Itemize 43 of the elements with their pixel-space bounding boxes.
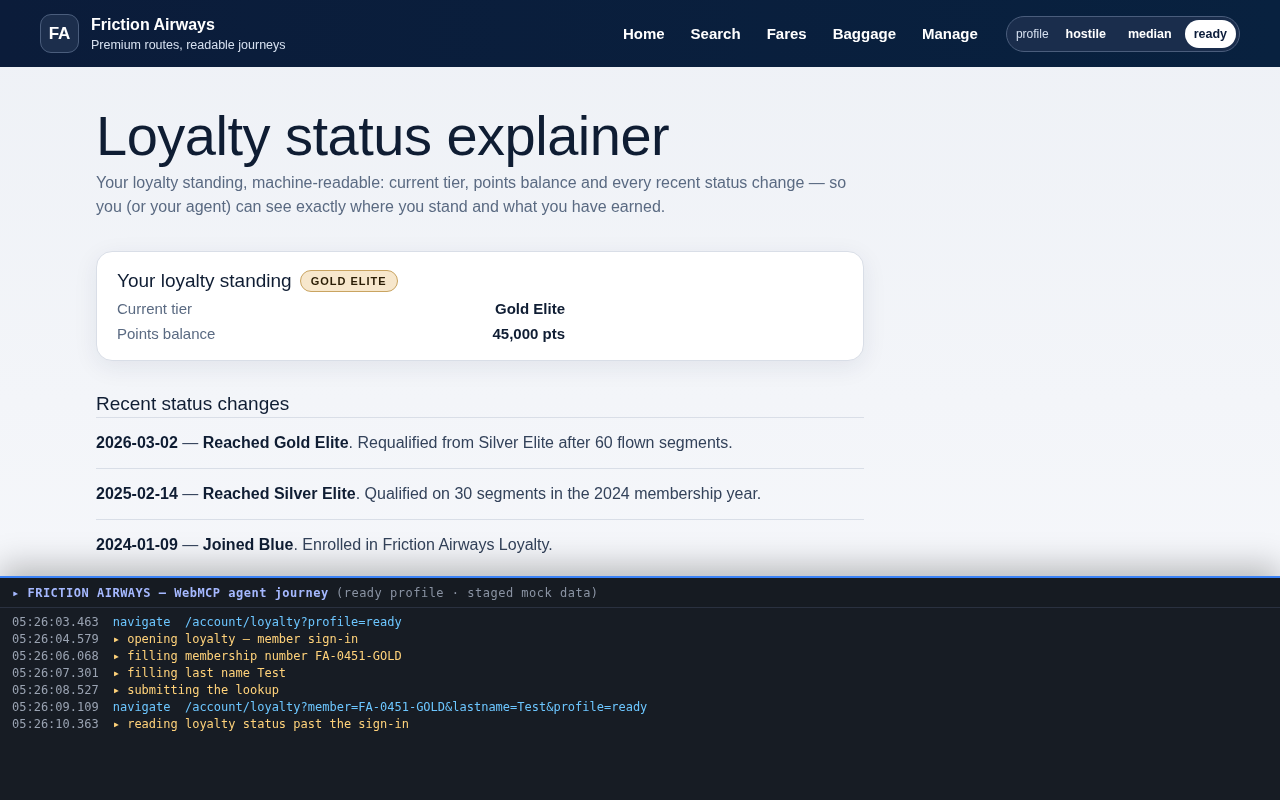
profile-option[interactable]: median bbox=[1118, 19, 1181, 48]
log-time: 05:26:10.363 bbox=[12, 716, 99, 733]
field-value: 45,000 pts bbox=[491, 324, 565, 342]
card-title: Your loyalty standing bbox=[117, 269, 292, 292]
log-message: navigate /account/loyalty?member=FA-0451-GOLD&lastname=Test&profile=ready bbox=[112, 699, 648, 716]
log-time: 05:26:07.301 bbox=[12, 665, 99, 682]
change-text: — Reached Gold Elite. Requalified from Silver Elite after 60 flown segments. bbox=[182, 433, 733, 451]
log-subtitle: (ready profile · staged mock data) bbox=[335, 586, 599, 600]
profile-option[interactable]: ready bbox=[1184, 19, 1236, 48]
intro-text: Your loyalty standing, machine-readable: current tier, points balance and every recent status change — so you (or your agent) can see exactly where you stand and what you have earned. bbox=[96, 172, 848, 217]
field-label: Current tier bbox=[117, 299, 194, 317]
log-message: ▸ submitting the lookup bbox=[112, 682, 279, 699]
change-text: — Joined Blue. Enrolled in Friction Airways Loyalty. bbox=[182, 535, 553, 553]
log-time: 05:26:04.579 bbox=[12, 631, 99, 648]
log-time: 05:26:06.068 bbox=[12, 648, 99, 665]
nav-link[interactable]: Home bbox=[622, 25, 665, 42]
change-text: — Reached Silver Elite. Qualified on 30 segments in the 2024 membership year. bbox=[182, 484, 762, 502]
change-date: 2026-03-02 bbox=[96, 433, 178, 451]
brand-name: Friction Airways bbox=[91, 15, 216, 34]
switch-label: profile bbox=[1015, 26, 1049, 41]
log-message: ▸ opening loyalty — member sign-in bbox=[112, 631, 359, 648]
profile-option[interactable]: hostile bbox=[1056, 19, 1115, 48]
section-title: Recent status changes bbox=[96, 392, 864, 418]
nav-link[interactable]: Fares bbox=[766, 25, 807, 42]
log-time: 05:26:03.463 bbox=[12, 614, 99, 631]
page-title: Loyalty status explainer bbox=[96, 105, 671, 167]
log-message: navigate /account/loyalty?profile=ready bbox=[112, 614, 402, 631]
log-message: ▸ filling membership number FA-0451-GOLD bbox=[112, 648, 402, 665]
field-label: Points balance bbox=[117, 324, 217, 342]
change-date: 2024-01-09 bbox=[96, 535, 178, 553]
log-message: ▸ reading loyalty status past the sign-in bbox=[112, 716, 409, 733]
log-message: ▸ filling last name Test bbox=[112, 665, 287, 682]
change-date: 2025-02-14 bbox=[96, 484, 178, 502]
nav-link[interactable]: Manage bbox=[922, 25, 978, 42]
brand-logo[interactable]: FA bbox=[40, 14, 79, 53]
field-value: Gold Elite bbox=[494, 299, 565, 317]
brand-tagline: Premium routes, readable journeys bbox=[91, 37, 286, 52]
tier-badge: GOLD ELITE bbox=[299, 269, 398, 292]
nav-link[interactable]: Baggage bbox=[832, 25, 897, 42]
log-title: ▸ FRICTION AIRWAYS — WebMCP agent journey bbox=[12, 586, 329, 600]
nav-link[interactable]: Search bbox=[690, 25, 741, 42]
log-time: 05:26:08.527 bbox=[12, 682, 99, 699]
log-time: 05:26:09.109 bbox=[12, 699, 99, 716]
